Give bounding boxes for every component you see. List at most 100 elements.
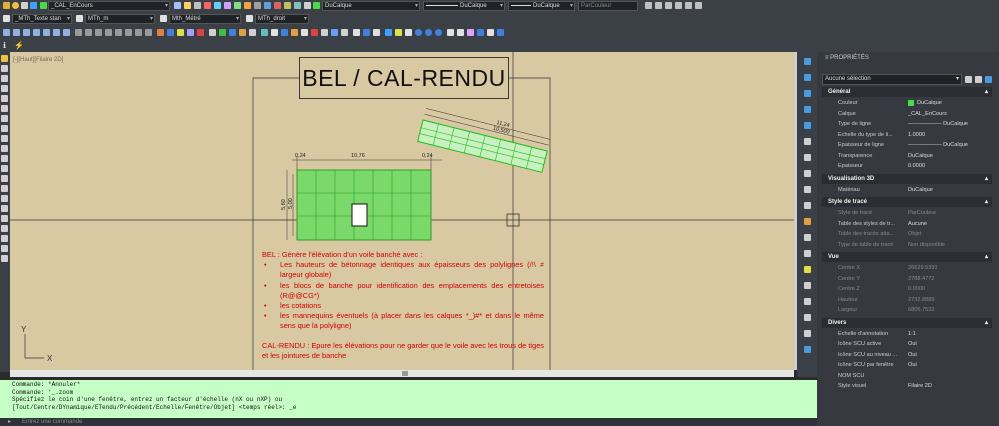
multileader-style-dropdown[interactable]: MTh_droit ▾ <box>255 14 309 24</box>
text-style-dropdown[interactable]: _MTh_Texte stan ▾ <box>12 14 72 24</box>
tool-l14-icon[interactable] <box>1 185 8 192</box>
tool-l6-icon[interactable] <box>1 105 8 112</box>
strip-icon-8[interactable] <box>804 170 811 177</box>
layer-off-icon[interactable] <box>234 2 241 9</box>
tb-icon-h2[interactable] <box>457 29 464 36</box>
tb-icon-c1[interactable] <box>157 29 164 36</box>
property-row[interactable]: Echelle d'annotation 1:1 <box>822 329 992 339</box>
tool-l21-icon[interactable] <box>1 255 8 262</box>
plotstyle-dropdown[interactable]: ParCouleur <box>578 1 638 11</box>
tb-icon-e1[interactable] <box>261 29 268 36</box>
tool-l12-icon[interactable] <box>1 165 8 172</box>
tb-icon-b8[interactable] <box>145 29 152 36</box>
property-value[interactable]: 1.0000 <box>908 130 992 140</box>
linetype-dropdown[interactable]: DuCalque ▾ <box>423 1 505 11</box>
layer-delete-icon[interactable] <box>274 2 281 9</box>
section-3[interactable]: Vue ▴ <box>822 252 992 262</box>
tb-icon-e8[interactable] <box>331 29 338 36</box>
tool-l9-icon[interactable] <box>1 135 8 142</box>
property-value[interactable]: Oui <box>908 339 992 349</box>
property-value[interactable]: 0.0000 <box>908 284 992 294</box>
property-value[interactable]: Oui <box>908 350 992 360</box>
strip-icon-15[interactable] <box>804 282 811 289</box>
section-1[interactable]: Visualisation 3D ▴ <box>822 173 992 184</box>
tb-icon-a6[interactable] <box>53 29 60 36</box>
tool-l15-icon[interactable] <box>1 195 8 202</box>
make-current-icon[interactable] <box>174 2 181 9</box>
tb-icon-e4[interactable] <box>291 29 298 36</box>
tool-l17-icon[interactable] <box>1 215 8 222</box>
toggle-pickadd-icon[interactable] <box>965 76 972 83</box>
layer-translate-icon[interactable] <box>284 2 291 9</box>
strip-icon-5[interactable] <box>804 122 811 129</box>
property-row[interactable]: Epaisseur 0.0000 <box>822 161 992 171</box>
strip-icon-4[interactable] <box>804 106 811 113</box>
tool-l11-icon[interactable] <box>1 155 8 162</box>
property-value[interactable]: Aucune <box>908 219 992 229</box>
tool-l20-icon[interactable] <box>1 245 8 252</box>
property-row[interactable]: Icône SCU par fenêtre Oui <box>822 360 992 370</box>
tool-l4-icon[interactable] <box>1 85 8 92</box>
layer-state-icon[interactable] <box>294 2 301 9</box>
tb-icon-d2[interactable] <box>219 29 226 36</box>
property-row[interactable]: Style visuel Filaire 2D <box>822 381 992 391</box>
property-value[interactable]: DuCalque <box>908 185 992 195</box>
tb-icon-c4[interactable] <box>187 29 194 36</box>
property-row[interactable]: Type de table de tracé Non disponible <box>822 240 992 250</box>
tb-icon-b1[interactable] <box>75 29 82 36</box>
tb-icon-c5[interactable] <box>197 29 204 36</box>
tb-icon-d3[interactable] <box>229 29 236 36</box>
tb-icon-h3[interactable] <box>467 29 474 36</box>
tool-icon-5[interactable] <box>685 2 692 9</box>
collapse-icon[interactable]: ▴ <box>985 174 988 184</box>
command-input[interactable]: ▸ Entrez une commande <box>0 418 817 426</box>
lightning-icon[interactable]: ⚡ <box>14 41 24 50</box>
strip-icon-11[interactable] <box>804 218 811 225</box>
property-value[interactable]: 3788.4772 <box>908 274 992 284</box>
strip-icon-16[interactable] <box>804 298 811 305</box>
strip-icon-2[interactable] <box>804 74 811 81</box>
property-row[interactable]: Icône SCU active Oui <box>822 339 992 349</box>
tool-l16-icon[interactable] <box>1 205 8 212</box>
match-layer-icon[interactable] <box>184 2 191 9</box>
tb-icon-a5[interactable] <box>43 29 50 36</box>
property-value[interactable]: Filaire 2D <box>908 381 992 391</box>
tool-l2-icon[interactable] <box>1 65 8 72</box>
tb-icon-g3[interactable] <box>405 29 412 36</box>
strip-icon-17[interactable] <box>804 314 811 321</box>
property-row[interactable]: Centre Y 3788.4772 <box>822 274 992 284</box>
strip-icon-6[interactable] <box>804 138 811 145</box>
strip-icon-18[interactable] <box>804 330 811 337</box>
property-row[interactable]: Table des tracés atta... Objet <box>822 229 992 239</box>
property-value[interactable]: _CAL_EnCours <box>908 109 992 119</box>
property-value[interactable]: 0.0000 <box>908 161 992 171</box>
selection-dropdown[interactable]: Aucune sélection ▾ <box>822 74 962 85</box>
layer-merge-icon[interactable] <box>264 2 271 9</box>
strip-icon-12[interactable] <box>804 234 811 241</box>
sun-icon[interactable] <box>21 2 28 9</box>
tb-icon-g2[interactable] <box>395 29 402 36</box>
collapse-icon[interactable]: ▴ <box>985 252 988 262</box>
property-row[interactable]: Type de ligne —————— DuCalque <box>822 119 992 129</box>
collapse-icon[interactable]: ▴ <box>985 197 988 207</box>
select-objects-icon[interactable] <box>975 76 982 83</box>
property-value[interactable]: DuCalque <box>908 98 992 108</box>
tb-icon-a2[interactable] <box>13 29 20 36</box>
collapse-icon[interactable]: ▴ <box>985 318 988 328</box>
property-value[interactable]: Objet <box>908 229 992 239</box>
tb-icon-e3[interactable] <box>281 29 288 36</box>
dim-style-dropdown[interactable]: MTh_m ▾ <box>85 14 155 24</box>
layer-misc-icon[interactable] <box>304 2 311 9</box>
property-value[interactable]: —————— DuCalque <box>908 119 992 129</box>
property-value[interactable]: —————— DuCalque <box>908 140 992 150</box>
property-row[interactable]: Matériau DuCalque <box>822 185 992 195</box>
tool-l5-icon[interactable] <box>1 95 8 102</box>
info-icon[interactable]: ℹ <box>3 41 6 50</box>
section-0[interactable]: Général ▴ <box>822 87 992 97</box>
tb-icon-e7[interactable] <box>321 29 328 36</box>
section-2[interactable]: Style de tracé ▴ <box>822 197 992 207</box>
tb-icon-b5[interactable] <box>115 29 122 36</box>
tb-icon-h5[interactable] <box>487 29 494 36</box>
strip-icon-7[interactable] <box>804 154 811 161</box>
property-value[interactable]: Oui <box>908 360 992 370</box>
